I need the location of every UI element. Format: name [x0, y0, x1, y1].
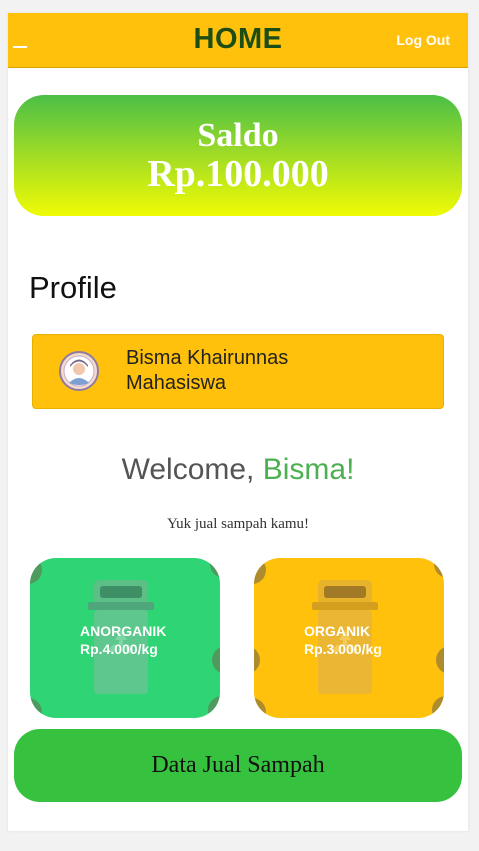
tile-corner-decoration	[436, 646, 444, 674]
balance-label: Saldo	[197, 117, 279, 154]
tile-corner-decoration	[434, 558, 444, 578]
tile-corner-decoration	[210, 558, 220, 578]
welcome-name: Bisma!	[262, 453, 355, 486]
category-price: Rp.4.000/kg	[80, 641, 158, 657]
category-price: Rp.3.000/kg	[304, 641, 382, 657]
tile-corner-decoration	[30, 698, 42, 718]
top-bar: HOME Log Out	[8, 13, 468, 68]
profile-role: Mahasiswa	[126, 372, 227, 394]
category-label: ANORGANIK	[80, 623, 167, 639]
tile-corner-decoration	[212, 646, 220, 674]
welcome-message: Welcome, Bisma!	[8, 453, 468, 487]
user-avatar-icon	[59, 351, 99, 391]
welcome-prefix: Welcome,	[121, 453, 263, 486]
category-tile-organik[interactable]: ORGANIK Rp.3.000/kg	[254, 558, 444, 718]
tile-corner-decoration	[254, 698, 266, 718]
balance-amount: Rp.100.000	[147, 153, 329, 195]
welcome-subtitle: Yuk jual sampah kamu!	[166, 516, 310, 532]
tile-corner-decoration	[254, 558, 266, 584]
profile-name: Bisma Khairunnas	[126, 347, 289, 369]
category-tile-anorganik[interactable]: ANORGANIK Rp.4.000/kg	[30, 558, 220, 718]
tile-corner-decoration	[208, 696, 220, 718]
category-label: ORGANIK	[304, 623, 371, 639]
tile-corner-decoration	[30, 558, 42, 584]
profile-heading: Profile	[29, 270, 117, 305]
balance-card: Saldo Rp.100.000	[14, 95, 462, 216]
data-jual-sampah-button[interactable]: Data Jual Sampah	[14, 729, 462, 802]
logout-button[interactable]: Log Out	[396, 32, 450, 48]
tile-corner-decoration	[432, 696, 444, 718]
tile-corner-decoration	[254, 646, 260, 674]
profile-card[interactable]: Bisma Khairunnas Mahasiswa	[32, 334, 444, 409]
app-page: HOME Log Out Saldo Rp.100.000 Profile Bi…	[8, 13, 468, 831]
